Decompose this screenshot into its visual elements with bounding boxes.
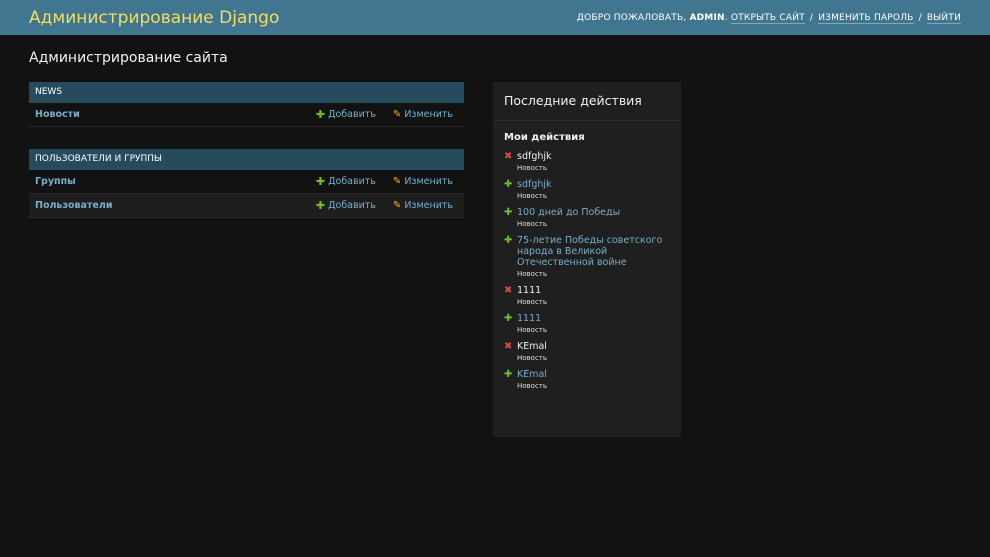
list-item: ✚ 75-летие Победы советского народа в Ве… [504,235,670,278]
change-label: Изменить [404,200,453,211]
table-row: Группы ✚ Добавить ✎ Изменить [29,170,464,194]
logout-link[interactable]: Выйти [926,12,961,24]
pencil-icon: ✎ [392,200,402,211]
action-object-link[interactable]: sdfghjk [517,179,670,190]
module-caption[interactable]: Пользователи и группы [29,149,464,170]
model-link-news[interactable]: Новости [35,109,316,120]
recent-actions-panel: Последние действия Мои действия ✖ sdfghj… [493,82,681,437]
add-button[interactable]: ✚ Добавить [316,199,376,212]
user-tools: Добро пожаловать, admin. Открыть сайт / … [576,12,961,24]
list-item: ✖ 1111 Новость [504,285,670,306]
table-row: Новости ✚ Добавить ✎ Изменить [29,103,464,127]
list-item: ✖ sdfghjk Новость [504,151,670,172]
change-button[interactable]: ✎ Изменить [393,176,453,187]
model-link-groups[interactable]: Группы [35,176,316,187]
site-branding[interactable]: Администрирование Django [29,8,279,28]
actions-list: ✖ sdfghjk Новость ✚ sdfghjk Новость ✚ 10… [493,151,681,390]
list-item: ✚ 1111 Новость [504,313,670,334]
change-password-link[interactable]: Изменить пароль [818,12,914,24]
action-object-link[interactable]: 100 дней до Победы [517,207,670,218]
action-type: Новость [517,164,548,172]
username: admin [689,12,725,23]
action-object: KEmal [517,341,547,352]
pencil-icon: ✎ [392,176,402,187]
action-type: Новость [517,270,548,278]
view-site-link[interactable]: Открыть сайт [730,12,805,24]
change-label: Изменить [404,109,453,120]
plus-icon: ✚ [315,199,326,212]
separator: / [809,12,814,23]
x-icon: ✖ [504,151,513,162]
list-item: ✚ sdfghjk Новость [504,179,670,200]
action-object: sdfghjk [517,151,552,162]
change-label: Изменить [404,176,453,187]
model-link-users[interactable]: Пользователи [35,200,316,211]
x-icon: ✖ [504,285,513,296]
table-row: Пользователи ✚ Добавить ✎ Изменить [29,194,464,218]
add-label: Добавить [328,200,376,211]
action-type: Новость [517,220,548,228]
plus-icon: ✚ [315,108,326,121]
add-label: Добавить [328,109,376,120]
list-item: ✖ KEmal Новость [504,341,670,362]
plus-icon: ✚ [504,207,513,218]
action-type: Новость [517,354,548,362]
action-type: Новость [517,382,548,390]
list-item: ✚ 100 дней до Победы Новость [504,207,670,228]
change-button[interactable]: ✎ Изменить [393,200,453,211]
action-object: 1111 [517,285,542,296]
action-object-link[interactable]: 75-летие Победы советского народа в Вели… [517,235,670,268]
separator: / [918,12,922,23]
module-news: News Новости ✚ Добавить ✎ Изменить [29,82,464,127]
recent-actions-title: Последние действия [493,82,681,121]
plus-icon: ✚ [504,313,513,324]
pencil-icon: ✎ [392,109,402,120]
module-auth: Пользователи и группы Группы ✚ Добавить ✎… [29,149,464,218]
module-caption[interactable]: News [29,82,464,103]
action-type: Новость [517,192,548,200]
x-icon: ✖ [504,341,513,352]
plus-icon: ✚ [504,369,513,380]
add-label: Добавить [328,176,376,187]
action-object-link[interactable]: 1111 [517,313,670,324]
plus-icon: ✚ [504,179,513,190]
welcome-text: Добро пожаловать, [576,12,687,23]
plus-icon: ✚ [315,175,326,188]
list-item: ✚ KEmal Новость [504,369,670,390]
plus-icon: ✚ [504,235,513,246]
my-actions-title: Мои действия [504,132,585,143]
action-type: Новость [517,326,548,334]
add-button[interactable]: ✚ Добавить [316,108,376,121]
page-title: Администрирование сайта [29,50,228,66]
header: Администрирование Django Добро пожаловат… [0,0,990,35]
action-object-link[interactable]: KEmal [517,369,670,380]
change-button[interactable]: ✎ Изменить [393,109,453,120]
action-type: Новость [517,298,548,306]
add-button[interactable]: ✚ Добавить [316,175,376,188]
